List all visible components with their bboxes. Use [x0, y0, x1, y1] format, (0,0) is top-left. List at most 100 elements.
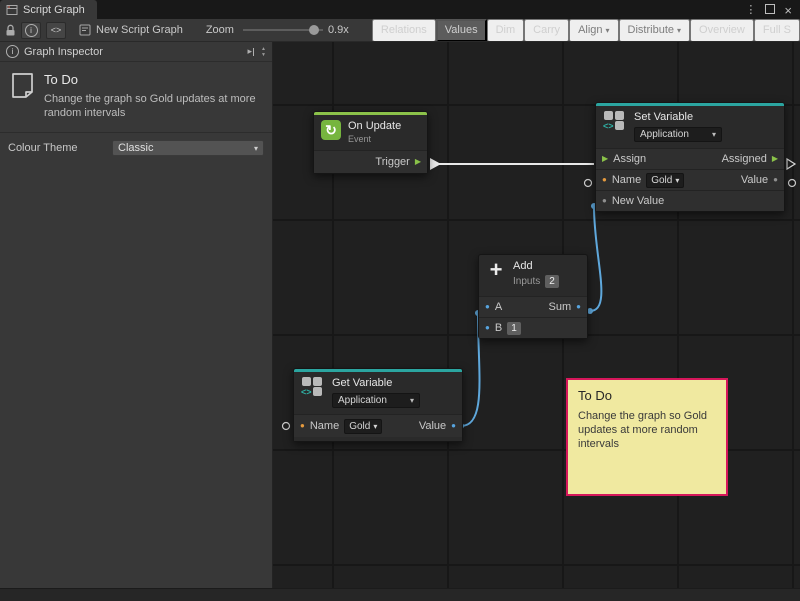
scroll-stepper-icon[interactable]: ▲▼ [259, 46, 268, 58]
variable-name-dropdown[interactable]: Gold ▾ [646, 173, 684, 188]
port-row-name[interactable]: ● Name Gold ▾ Value ● [596, 169, 784, 190]
name-port-label: Name [310, 420, 339, 432]
chevron-down-icon: ▾ [677, 26, 681, 35]
graph-name-label: New Script Graph [96, 24, 183, 36]
tab-script-graph[interactable]: Script Graph [0, 0, 97, 19]
string-port-icon: ● [602, 176, 607, 184]
inspector-title: Graph Inspector [24, 46, 103, 58]
toolbar-button-values[interactable]: Values [436, 19, 487, 42]
node-title: Set Variable [634, 111, 722, 123]
assign-port-label: Assign [613, 153, 646, 165]
window-tab-bar: Script Graph ⋮ × [0, 0, 800, 19]
new-value-port-label: New Value [612, 195, 664, 207]
value-port-label: Value [741, 174, 768, 186]
string-port-icon: ● [300, 422, 305, 430]
distribute-label: Distribute [628, 24, 674, 36]
colour-theme-dropdown[interactable]: Classic ▾ [112, 140, 264, 156]
variable-icon: <> [603, 111, 627, 131]
close-icon[interactable]: × [784, 4, 792, 17]
sticky-note-icon [10, 72, 35, 99]
port-row-new-value[interactable]: ● New Value [596, 190, 784, 211]
port-row-a-sum[interactable]: ● A Sum ● [479, 296, 587, 317]
scope-value: Application [640, 129, 689, 140]
b-port-label: B [495, 322, 502, 334]
number-port-icon: ● [485, 324, 490, 332]
port-trigger[interactable]: Trigger ▶ [314, 150, 427, 173]
value-wire-gold-to-add [461, 315, 480, 426]
sum-port-label: Sum [549, 301, 572, 313]
code-view-button[interactable]: <> [46, 22, 66, 39]
graph-inspector-panel: i Graph Inspector ▸ ▲▼ To Do Change the … [0, 42, 273, 588]
name-port-label: Name [612, 174, 641, 186]
colour-theme-row: Colour Theme Classic ▾ [0, 133, 272, 163]
window-controls: ⋮ × [745, 1, 800, 19]
unconnected-port-icon [789, 180, 796, 187]
on-update-icon: ↻ [321, 120, 341, 140]
node-subtitle: Event [348, 134, 401, 144]
node-on-update[interactable]: ↻ On Update Event Trigger ▶ [313, 111, 428, 174]
value-port-icon: ● [773, 176, 778, 184]
zoom-slider-handle[interactable] [309, 25, 319, 35]
todo-body: Change the graph so Gold updates at more… [44, 92, 260, 120]
variable-icon: <> [301, 377, 325, 397]
window-menu-icon[interactable]: ⋮ [745, 5, 756, 16]
chevron-down-icon: ▾ [606, 26, 610, 35]
inputs-count-field[interactable]: 2 [545, 275, 559, 288]
variable-name-value: Gold [349, 421, 370, 432]
sticky-note[interactable]: To Do Change the graph so Gold updates a… [566, 378, 728, 496]
flow-arrow-icon: ▶ [602, 155, 608, 163]
trigger-port-label: Trigger [375, 156, 409, 168]
port-row-b[interactable]: ● B 1 [479, 317, 587, 338]
b-value-field[interactable]: 1 [507, 322, 521, 335]
node-title: Add [513, 260, 559, 272]
scope-value: Application [338, 395, 387, 406]
info-icon: i [25, 24, 38, 37]
zoom-value: 0.9x [328, 24, 349, 36]
sticky-note-body: Change the graph so Gold updates at more… [578, 409, 716, 451]
graph-file-icon [79, 24, 91, 36]
todo-title: To Do [44, 72, 260, 87]
inspector-header: i Graph Inspector ▸ ▲▼ [0, 42, 272, 62]
node-add[interactable]: + Add Inputs 2 ● A Sum ● ● B 1 [478, 254, 588, 339]
a-port-label: A [495, 301, 502, 313]
graph-title: New Script Graph [79, 24, 183, 36]
toolbar-button-fullscreen[interactable]: Full S [754, 19, 800, 42]
zoom-slider[interactable] [243, 23, 323, 37]
toolbar-button-overview[interactable]: Overview [690, 19, 754, 42]
number-port-icon: ● [485, 303, 490, 311]
variable-scope-dropdown[interactable]: Application ▾ [332, 393, 420, 408]
toolbar-button-carry[interactable]: Carry [524, 19, 569, 42]
variable-scope-dropdown[interactable]: Application ▾ [634, 127, 722, 142]
number-port-icon: ● [576, 303, 581, 311]
port-row-name-value[interactable]: ● Name Gold ▾ Value ● [294, 414, 462, 437]
script-graph-tab-icon [6, 4, 18, 16]
chevron-down-icon: ▾ [712, 130, 716, 139]
toolbar-button-relations[interactable]: Relations [372, 19, 436, 42]
graph-canvas[interactable]: ↻ On Update Event Trigger ▶ <> Set Varia… [273, 42, 800, 588]
add-icon: + [486, 260, 506, 280]
maximize-icon[interactable] [765, 1, 775, 19]
lock-icon[interactable] [5, 24, 16, 37]
colour-theme-label: Colour Theme [8, 142, 78, 154]
port-row-assign[interactable]: ▶ Assign Assigned ▶ [596, 148, 784, 169]
toolbar-button-align[interactable]: Align ▾ [569, 19, 618, 42]
toolbar-button-group: Relations Values Dim Carry Align ▾ Distr… [372, 19, 800, 42]
zoom-label: Zoom [206, 24, 234, 36]
node-set-variable[interactable]: <> Set Variable Application ▾ ▶ Assign A… [595, 102, 785, 212]
value-port-label: Value [419, 420, 446, 432]
tab-title: Script Graph [23, 4, 85, 16]
toolbar-button-dim[interactable]: Dim [487, 19, 525, 42]
variable-name-dropdown[interactable]: Gold ▾ [344, 419, 382, 434]
bottom-bar [0, 588, 800, 601]
chevron-down-icon: ▾ [254, 144, 258, 153]
chevron-down-icon: ▾ [373, 422, 377, 431]
unconnected-port-icon [283, 423, 290, 430]
unconnected-port-icon [585, 180, 592, 187]
collapse-panel-icon[interactable]: ▸ [248, 46, 255, 57]
inspector-toggle-button[interactable]: i [21, 22, 41, 39]
chevron-down-icon: ▾ [675, 176, 679, 185]
toolbar-button-distribute[interactable]: Distribute ▾ [619, 19, 690, 42]
colour-theme-value: Classic [118, 142, 153, 154]
node-title: Get Variable [332, 377, 420, 389]
node-get-variable[interactable]: <> Get Variable Application ▾ ● Name Gol… [293, 368, 463, 442]
